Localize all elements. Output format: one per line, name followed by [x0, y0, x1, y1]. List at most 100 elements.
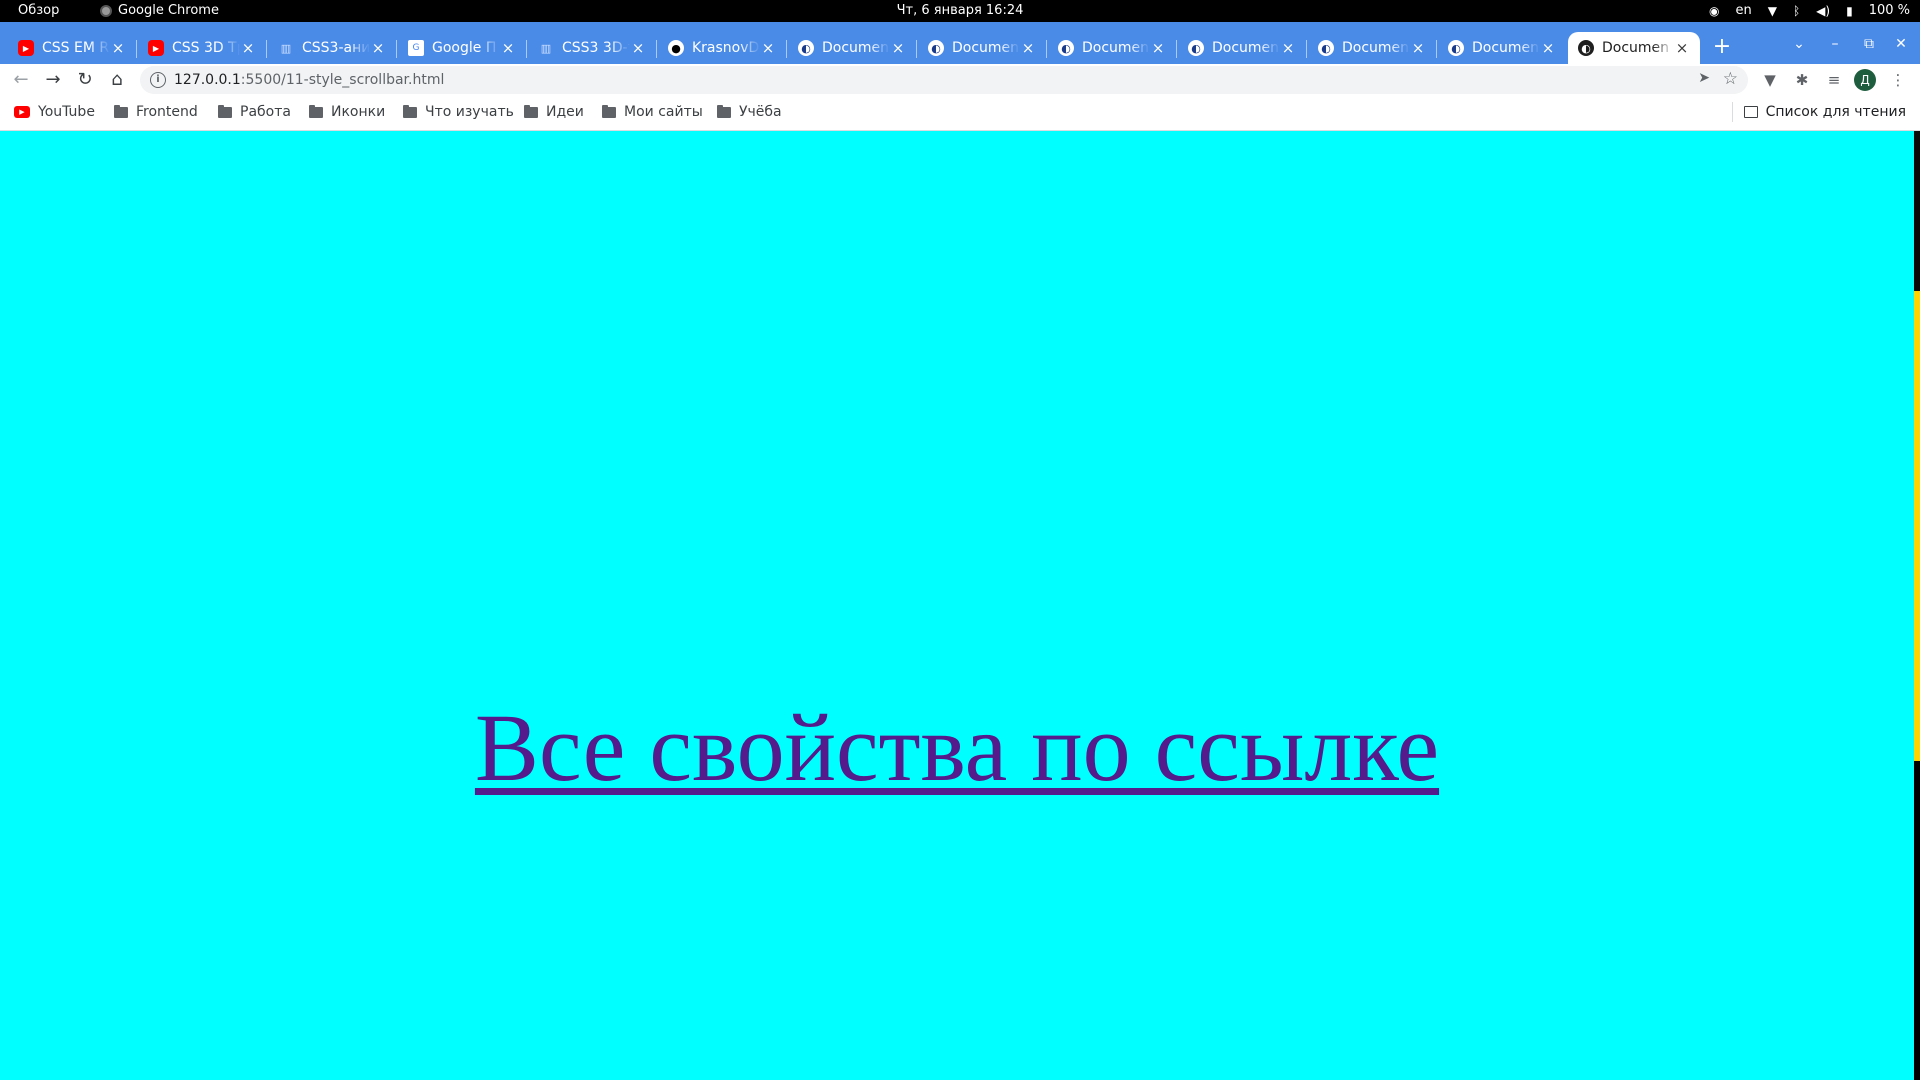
url-text[interactable]: 127.0.0.1:5500/11-style_scrollbar.html [174, 72, 444, 88]
bookmark-folder-ikonki[interactable]: Иконки [309, 104, 385, 120]
close-icon[interactable]: × [110, 39, 126, 57]
page-content: Все свойства по ссылке [0, 131, 1914, 1080]
battery-level: 100 % [1868, 3, 1910, 18]
tab[interactable]: ● KrasnovD × [658, 32, 787, 64]
tab-title: CSS 3D Тр [172, 40, 240, 56]
tab-title: CSS3-ани [302, 40, 370, 56]
reading-list-button[interactable]: Список для чтения [1731, 102, 1906, 122]
close-icon[interactable]: × [760, 39, 776, 57]
close-icon[interactable]: × [630, 39, 646, 57]
back-icon[interactable]: ← [8, 67, 34, 93]
tab[interactable]: ◐ Documen × [1178, 32, 1307, 64]
folder-icon [717, 104, 731, 118]
tab[interactable]: ◐ Documen × [1438, 32, 1566, 64]
address-bar[interactable]: i 127.0.0.1:5500/11-style_scrollbar.html… [140, 66, 1748, 94]
bookmark-label: YouTube [38, 104, 95, 120]
close-icon[interactable]: × [1280, 39, 1296, 57]
close-icon[interactable]: × [240, 39, 256, 57]
send-tab-icon[interactable]: ➤ [1698, 70, 1710, 86]
site-info-icon[interactable]: i [150, 72, 166, 88]
keyboard-layout[interactable]: en [1735, 4, 1751, 18]
wifi-icon: ▼ [1767, 4, 1777, 18]
bookmark-label: Frontend [136, 104, 198, 120]
scrollbar-thumb[interactable] [1914, 291, 1920, 761]
extensions-puzzle-icon[interactable]: ✱ [1790, 68, 1814, 92]
google-translate-icon: G [408, 40, 424, 56]
tab-title: Documen [1082, 40, 1150, 56]
clock[interactable]: Чт, 6 января 16:24 [0, 4, 1920, 18]
bookmark-label: Иконки [331, 104, 386, 120]
bookmark-folder-ucheba[interactable]: Учёба [717, 104, 782, 120]
tab[interactable]: ▥ CSS3-ани × [268, 32, 397, 64]
reading-list-icon [1743, 106, 1758, 118]
bookmark-folder-rabota[interactable]: Работа [218, 104, 291, 120]
globe-icon: ◐ [928, 40, 944, 56]
folder-icon [218, 104, 232, 118]
globe-icon: ◐ [1448, 40, 1464, 56]
minimize-icon[interactable]: – [1824, 36, 1846, 52]
tab[interactable]: ▶ CSS EM RE × [8, 32, 137, 64]
folder-icon [524, 104, 538, 118]
close-icon[interactable]: × [1674, 39, 1690, 57]
github-icon: ● [668, 40, 684, 56]
new-tab-button[interactable]: + [1708, 34, 1736, 62]
extension-vue-icon[interactable]: ▼ [1758, 68, 1782, 92]
home-icon[interactable]: ⌂ [104, 67, 130, 93]
close-icon[interactable]: × [500, 39, 516, 57]
browser-toolbar: ← → ↻ ⌂ i 127.0.0.1:5500/11-style_scroll… [0, 64, 1920, 96]
close-icon[interactable]: × [890, 39, 906, 57]
accessibility-icon[interactable]: ◉ [1709, 4, 1719, 18]
media-control-icon[interactable]: ≡ [1822, 68, 1846, 92]
youtube-icon: ▶ [18, 40, 34, 56]
bookmark-folder-moi-saity[interactable]: Мои сайты [602, 104, 703, 120]
tab[interactable]: ◐ Documen × [1048, 32, 1177, 64]
globe-icon: ◐ [1318, 40, 1334, 56]
tab-title: Google П [432, 40, 497, 56]
scrollbar-track[interactable] [1914, 131, 1920, 1080]
globe-icon: ◐ [798, 40, 814, 56]
tab-search-icon[interactable]: ⌄ [1788, 36, 1810, 52]
bookmark-label: Мои сайты [624, 104, 703, 120]
reload-icon[interactable]: ↻ [72, 67, 98, 93]
close-icon[interactable]: × [1020, 39, 1036, 57]
youtube-icon: ▶ [14, 106, 30, 118]
scrollbar-track-top [1914, 131, 1920, 291]
bookmark-folder-chto-izuchat[interactable]: Что изучать [403, 104, 514, 120]
close-icon[interactable]: × [1540, 39, 1556, 57]
bookmark-label: Учёба [739, 104, 782, 120]
bookmark-star-icon[interactable]: ☆ [1723, 69, 1738, 89]
restore-icon[interactable]: ⧉ [1858, 36, 1880, 52]
close-icon[interactable]: × [1150, 39, 1166, 57]
bookmark-youtube[interactable]: ▶ YouTube [14, 104, 95, 120]
bookmark-folder-idei[interactable]: Идеи [524, 104, 584, 120]
tab-title: KrasnovD [692, 40, 760, 56]
properties-link[interactable]: Все свойства по ссылке [0, 699, 1914, 796]
menu-kebab-icon[interactable]: ⋮ [1886, 68, 1910, 92]
window-close-icon[interactable]: ✕ [1890, 36, 1912, 52]
tab[interactable]: ▶ CSS 3D Тр × [138, 32, 267, 64]
tab[interactable]: ◐ Documen × [1308, 32, 1437, 64]
globe-icon: ◐ [1578, 40, 1594, 56]
profile-avatar[interactable]: Д [1854, 69, 1876, 91]
bookmark-folder-frontend[interactable]: Frontend [114, 104, 198, 120]
close-icon[interactable]: × [1410, 39, 1426, 57]
close-icon[interactable]: × [370, 39, 386, 57]
tab-title: CSS EM RE [42, 40, 110, 56]
globe-icon: ◐ [1058, 40, 1074, 56]
tab-active[interactable]: ◐ Documen × [1568, 32, 1700, 64]
tab-title: Documen [1212, 40, 1280, 56]
system-tray[interactable]: ◉ en ▼ ᛒ ◀) ▮ 100 % [1709, 3, 1910, 19]
tab[interactable]: ▥ CSS3 3D-т × [528, 32, 657, 64]
tab[interactable]: G Google П × [398, 32, 527, 64]
reading-list-label: Список для чтения [1765, 104, 1906, 120]
tab-title: CSS3 3D-т [562, 40, 630, 56]
tab-title: Documen [1602, 40, 1670, 56]
tab[interactable]: ◐ Documen × [918, 32, 1047, 64]
htmlbook-icon: ▥ [540, 41, 552, 55]
forward-icon[interactable]: → [40, 67, 66, 93]
folder-icon [602, 104, 616, 118]
tab-title: Documen [952, 40, 1020, 56]
tab[interactable]: ◐ Documen × [788, 32, 917, 64]
globe-icon: ◐ [1188, 40, 1204, 56]
tab-title: Documen [1342, 40, 1410, 56]
